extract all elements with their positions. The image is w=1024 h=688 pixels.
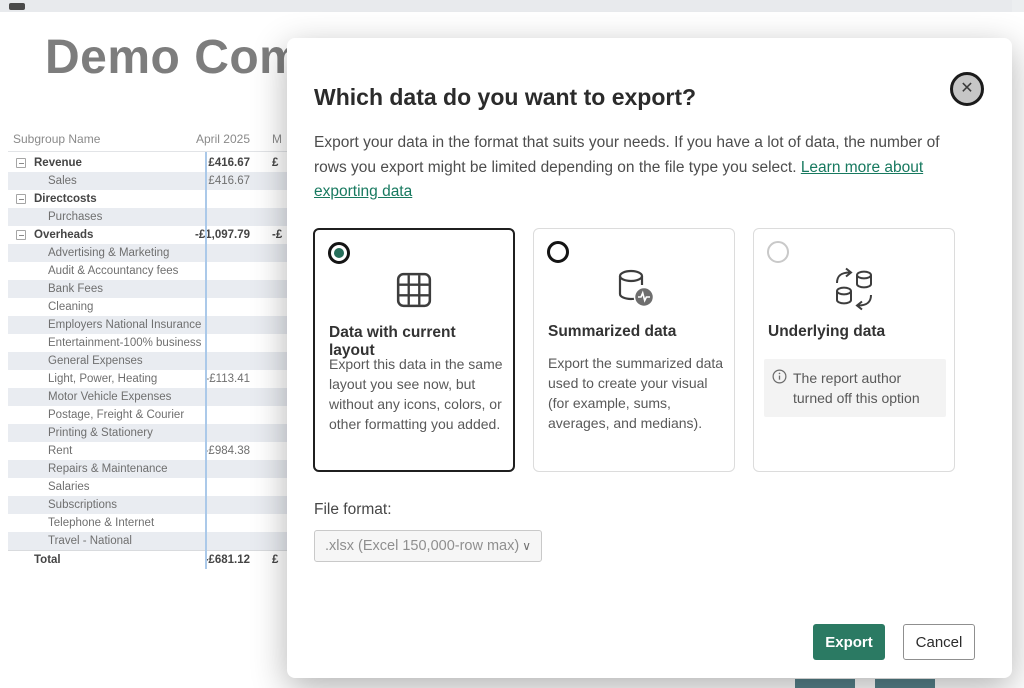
row-label: Total	[34, 551, 61, 569]
dialog-title: Which data do you want to export?	[314, 84, 696, 111]
row-label: Motor Vehicle Expenses	[48, 388, 171, 406]
dialog-footer: Export Cancel	[813, 624, 975, 660]
row-label: Postage, Freight & Courier	[48, 406, 184, 424]
notice-text: The report author turned off this option	[793, 368, 936, 408]
background-page-button	[875, 679, 935, 688]
file-format-value: .xlsx (Excel 150,000-row max)	[325, 538, 519, 554]
column-header-april-2025[interactable]: April 2025	[120, 132, 250, 146]
background-page-button	[795, 679, 855, 688]
close-icon[interactable]: ✕	[950, 72, 984, 106]
row-value: £416.67	[120, 172, 250, 190]
collapse-icon[interactable]	[16, 194, 26, 204]
column-divider-line	[205, 152, 207, 569]
row-label: Salaries	[48, 478, 90, 496]
radio-unselected-icon[interactable]	[547, 241, 569, 263]
dialog-description: Export your data in the format that suit…	[314, 131, 976, 205]
row-label: Revenue	[34, 154, 82, 172]
table-grid-icon	[315, 266, 513, 314]
row-label: Directcosts	[34, 190, 97, 208]
row-label: Employers National Insurance	[48, 316, 201, 334]
option-description: Export the summarized data used to creat…	[548, 353, 724, 433]
row-label: Printing & Stationery	[48, 424, 153, 442]
column-header-subgroup[interactable]: Subgroup Name	[13, 132, 100, 146]
row-value: £416.67	[120, 154, 250, 172]
option-data-with-current-layout[interactable]: Data with current layout Export this dat…	[313, 228, 515, 472]
option-underlying-data: Underlying data The report author turned…	[753, 228, 955, 472]
export-button[interactable]: Export	[813, 624, 885, 660]
row-label: Cleaning	[48, 298, 93, 316]
database-summary-icon	[534, 265, 734, 313]
info-icon	[772, 369, 787, 408]
top-window-band	[0, 0, 1024, 12]
row-label: Repairs & Maintenance	[48, 460, 168, 478]
row-label: Advertising & Marketing	[48, 244, 169, 262]
option-title: Summarized data	[548, 323, 724, 341]
row-label: Entertainment-100% business	[48, 334, 201, 352]
top-left-mark	[9, 3, 25, 10]
radio-selected-icon[interactable]	[328, 242, 350, 264]
row-value: -£113.41	[120, 370, 250, 388]
database-sync-icon	[754, 265, 954, 313]
row-value-next-column: £	[272, 551, 278, 569]
row-value-next-column: -£	[272, 226, 282, 244]
option-summarized-data[interactable]: Summarized data Export the summarized da…	[533, 228, 735, 472]
row-label: Bank Fees	[48, 280, 103, 298]
export-data-dialog: Which data do you want to export? ✕ Expo…	[287, 38, 1012, 678]
radio-disabled-icon	[767, 241, 789, 263]
row-label: General Expenses	[48, 352, 143, 370]
row-label: Rent	[48, 442, 72, 460]
chevron-down-icon: ∨	[522, 539, 531, 553]
option-title: Underlying data	[768, 323, 944, 341]
file-format-label: File format:	[314, 501, 392, 519]
file-format-dropdown[interactable]: .xlsx (Excel 150,000-row max) ∨	[314, 530, 542, 562]
row-value: -£984.38	[120, 442, 250, 460]
export-options: Data with current layout Export this dat…	[313, 228, 955, 472]
row-value-next-column: £	[272, 154, 278, 172]
row-label: Subscriptions	[48, 496, 117, 514]
row-value: -£681.12	[120, 551, 250, 569]
row-value: -£1,097.79	[120, 226, 250, 244]
option-disabled-notice: The report author turned off this option	[764, 359, 946, 417]
row-label: Telephone & Internet	[48, 514, 154, 532]
column-header-next[interactable]: M	[272, 132, 282, 146]
row-label: Overheads	[34, 226, 93, 244]
cancel-button[interactable]: Cancel	[903, 624, 975, 660]
row-label: Audit & Accountancy fees	[48, 262, 178, 280]
row-label: Sales	[48, 172, 77, 190]
option-description: Export this data in the same layout you …	[329, 354, 505, 434]
collapse-icon[interactable]	[16, 158, 26, 168]
collapse-icon[interactable]	[16, 230, 26, 240]
row-label: Travel - National	[48, 532, 132, 550]
row-label: Purchases	[48, 208, 102, 226]
